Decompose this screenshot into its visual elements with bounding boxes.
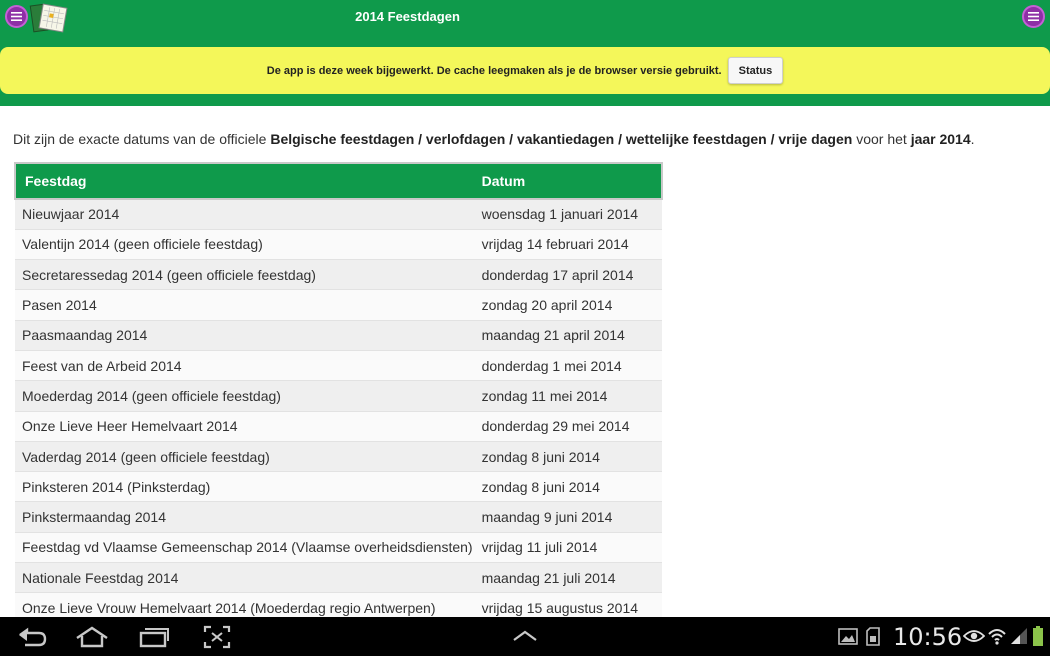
update-notice: De app is deze week bijgewerkt. De cache… bbox=[0, 47, 1050, 94]
table-row: Feestdag vd Vlaamse Gemeenschap 2014 (Vl… bbox=[15, 532, 662, 564]
holidays-table: Feestdag Datum Nieuwjaar 2014 woensdag 1 … bbox=[14, 162, 664, 624]
holiday-date: woensdag 1 januari 2014 bbox=[472, 199, 662, 230]
recent-apps-icon[interactable] bbox=[138, 626, 170, 648]
table-row: Pinksteren 2014 (Pinksterdag) zondag 8 ju… bbox=[15, 471, 662, 503]
holiday-name: Pasen 2014 bbox=[15, 289, 473, 321]
holiday-date: maandag 21 april 2014 bbox=[472, 320, 662, 351]
table-header-row: Feestdag Datum bbox=[14, 162, 664, 200]
gallery-icon bbox=[838, 628, 858, 645]
holiday-date: donderdag 29 mei 2014 bbox=[472, 411, 662, 442]
holiday-name: Feestdag vd Vlaamse Gemeenschap 2014 (Vl… bbox=[15, 532, 473, 564]
table-row: Feest van de Arbeid 2014 donderdag 1 mei … bbox=[15, 350, 662, 382]
table-row: Nationale Feestdag 2014 maandag 21 juli 2… bbox=[15, 562, 662, 594]
holiday-date: vrijdag 14 februari 2014 bbox=[472, 229, 662, 261]
signal-icon bbox=[1011, 628, 1027, 644]
holiday-name: Moederdag 2014 (geen officiele feestdag) bbox=[15, 380, 473, 412]
table-row: Onze Lieve Heer Hemelvaart 2014 donderdag… bbox=[15, 411, 662, 442]
back-icon[interactable] bbox=[17, 627, 47, 647]
table-row: Moederdag 2014 (geen officiele feestdag)… bbox=[15, 380, 662, 412]
table-row: Pinkstermaandag 2014 maandag 9 juni 2014 bbox=[15, 501, 662, 533]
menu-right-button[interactable] bbox=[1022, 5, 1045, 28]
table-row: Secretaressedag 2014 (geen officiele fee… bbox=[15, 259, 662, 291]
holiday-name: Vaderdag 2014 (geen officiele feestdag) bbox=[15, 441, 473, 473]
column-header-datum: Datum bbox=[472, 162, 664, 200]
holiday-date: maandag 9 juni 2014 bbox=[472, 501, 662, 533]
holiday-name: Onze Lieve Heer Hemelvaart 2014 bbox=[15, 411, 473, 442]
status-button[interactable]: Status bbox=[727, 57, 784, 84]
holiday-date: donderdag 1 mei 2014 bbox=[472, 350, 662, 382]
table-row: Paasmaandag 2014 maandag 21 april 2014 bbox=[15, 320, 662, 351]
wifi-icon bbox=[988, 629, 1006, 645]
table-row: Valentijn 2014 (geen officiele feestdag)… bbox=[15, 229, 662, 261]
battery-icon bbox=[1033, 626, 1043, 646]
page-title: 2014 Feestdagen bbox=[355, 9, 460, 24]
holiday-name: Valentijn 2014 (geen officiele feestdag) bbox=[15, 229, 473, 261]
status-clock: 10:56 bbox=[893, 623, 963, 651]
holiday-date: zondag 20 april 2014 bbox=[472, 289, 662, 321]
table-row: Vaderdag 2014 (geen officiele feestdag) z… bbox=[15, 441, 662, 473]
holiday-date: zondag 8 juni 2014 bbox=[472, 441, 662, 473]
holiday-name: Paasmaandag 2014 bbox=[15, 320, 473, 351]
column-header-feestdag: Feestdag bbox=[14, 162, 473, 200]
intro-bold-2: jaar 2014 bbox=[910, 131, 971, 147]
holiday-name: Nieuwjaar 2014 bbox=[15, 199, 473, 230]
app-header: 2014 Feestdagen De app is deze week bijg… bbox=[0, 0, 1050, 106]
holidays-table-container: Feestdag Datum Nieuwjaar 2014 woensdag 1 … bbox=[14, 162, 664, 624]
intro-text-1: Dit zijn de exacte datums van de officie… bbox=[13, 131, 271, 147]
system-navbar: 10:56 bbox=[0, 617, 1050, 656]
holiday-name: Secretaressedag 2014 (geen officiele fee… bbox=[15, 259, 473, 291]
holiday-name: Nationale Feestdag 2014 bbox=[15, 562, 473, 594]
eye-icon bbox=[963, 630, 985, 642]
holiday-name: Pinksteren 2014 (Pinksterdag) bbox=[15, 471, 473, 503]
home-icon[interactable] bbox=[74, 626, 110, 648]
table-row: Pasen 2014 zondag 20 april 2014 bbox=[15, 289, 662, 321]
intro-text-3: . bbox=[970, 131, 975, 147]
holiday-date: zondag 11 mei 2014 bbox=[472, 380, 662, 412]
notice-text: De app is deze week bijgewerkt. De cache… bbox=[266, 64, 722, 77]
menu-icon bbox=[1028, 12, 1039, 21]
holiday-date: vrijdag 11 juli 2014 bbox=[472, 532, 662, 564]
holiday-name: Pinkstermaandag 2014 bbox=[15, 501, 473, 533]
screenshot-icon[interactable] bbox=[203, 625, 231, 649]
holiday-date: maandag 21 juli 2014 bbox=[472, 562, 662, 594]
intro-bold-1: Belgische feestdagen / verlofdagen / vak… bbox=[270, 131, 853, 147]
sd-card-icon bbox=[866, 627, 880, 646]
holiday-name: Feest van de Arbeid 2014 bbox=[15, 350, 473, 382]
table-row: Nieuwjaar 2014 woensdag 1 januari 2014 bbox=[15, 199, 662, 230]
holiday-date: donderdag 17 april 2014 bbox=[472, 259, 662, 291]
intro-text-2: voor het bbox=[852, 131, 911, 147]
holiday-date: zondag 8 juni 2014 bbox=[472, 471, 662, 503]
chevron-up-icon[interactable] bbox=[512, 629, 538, 643]
intro-paragraph: Dit zijn de exacte datums van de officie… bbox=[13, 131, 975, 147]
